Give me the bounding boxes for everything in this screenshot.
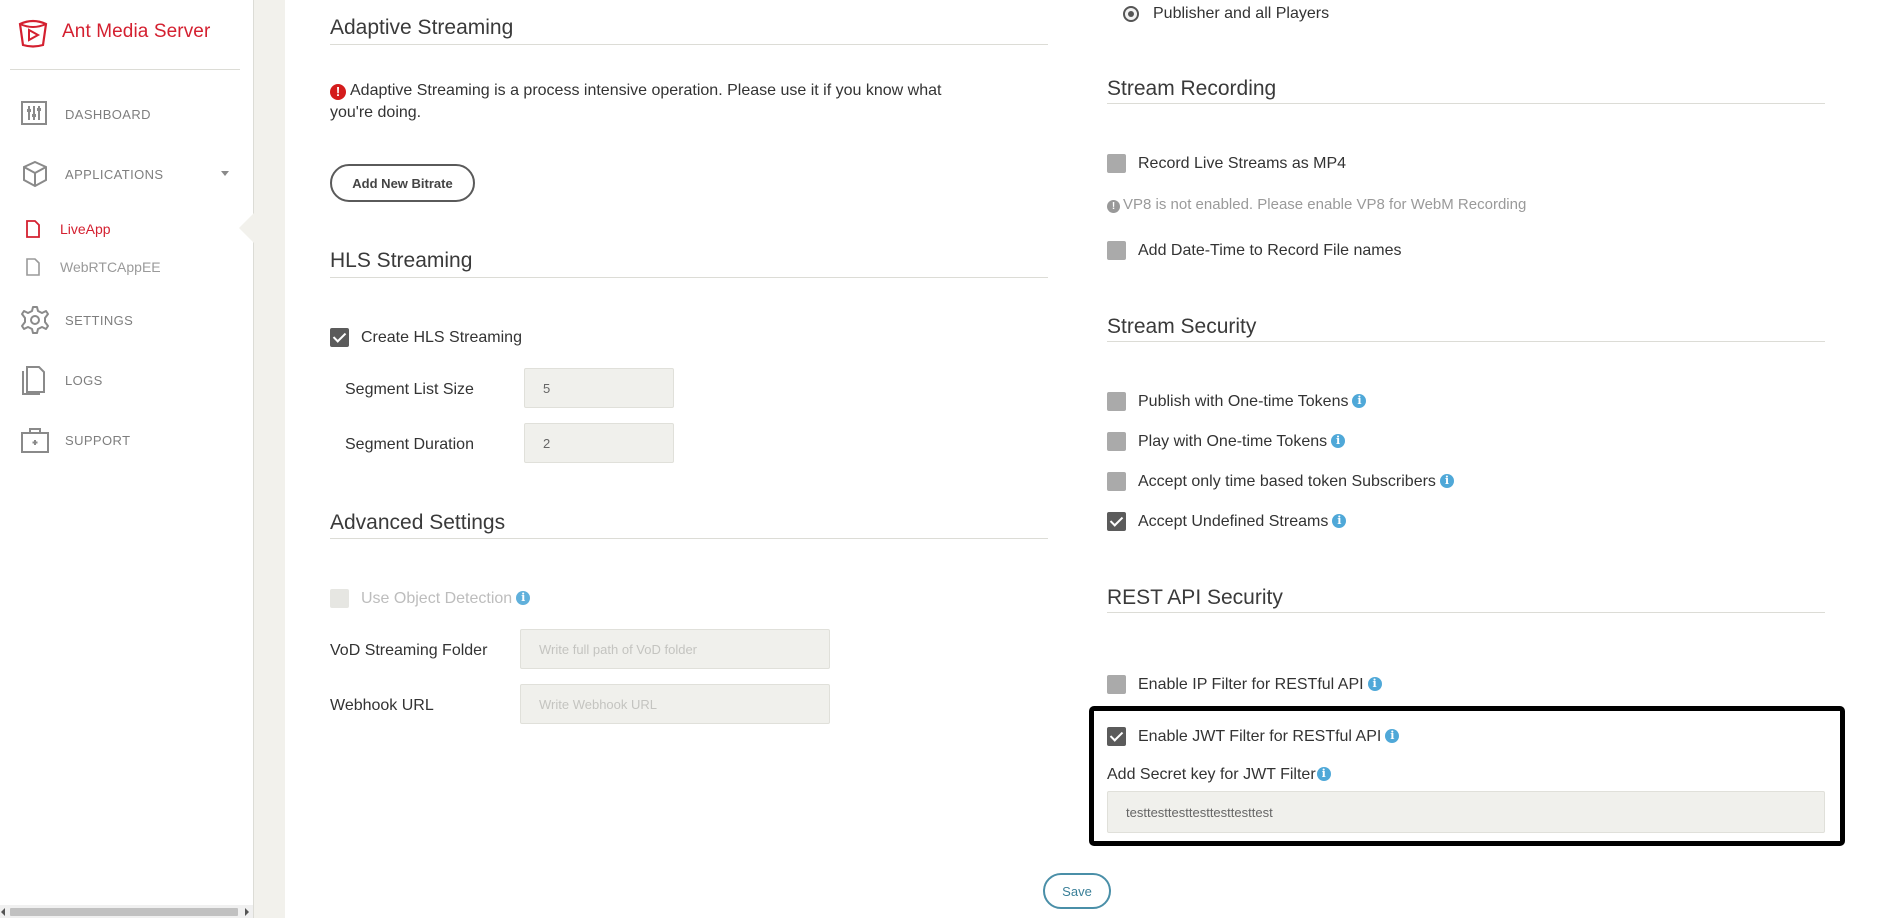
vp8-note-text: VP8 is not enabled. Please enable VP8 fo… bbox=[1123, 196, 1527, 213]
publish-tokens-checkbox[interactable]: Publish with One-time Tokens i bbox=[1107, 392, 1367, 411]
sidebar-item-liveapp[interactable]: LiveApp bbox=[26, 219, 111, 239]
sidebar-item-label: LiveApp bbox=[60, 221, 111, 237]
sidebar-item-webrtcappee[interactable]: WebRTCAppEE bbox=[26, 257, 161, 277]
nav-dashboard[interactable]: DASHBOARD bbox=[20, 99, 151, 129]
briefcase-icon bbox=[21, 428, 49, 453]
adaptive-warning: ! Adaptive Streaming is a process intensi… bbox=[330, 80, 970, 124]
save-button[interactable]: Save bbox=[1043, 873, 1111, 909]
vod-folder-label: VoD Streaming Folder bbox=[330, 642, 488, 659]
file-icon bbox=[26, 220, 40, 238]
section-title-advanced: Advanced Settings bbox=[330, 511, 506, 534]
radio-selected[interactable] bbox=[1123, 6, 1139, 22]
ip-filter-checkbox[interactable]: Enable IP Filter for RESTful API i bbox=[1107, 675, 1382, 694]
object-detection-checkbox[interactable]: Use Object Detection i bbox=[330, 589, 531, 608]
vp8-note: ! VP8 is not enabled. Please enable VP8 f… bbox=[1107, 196, 1526, 213]
play-tokens-label: Play with One-time Tokens bbox=[1138, 432, 1328, 450]
active-indicator bbox=[239, 213, 254, 243]
brand[interactable]: Ant Media Server bbox=[16, 14, 210, 50]
info-icon[interactable]: i bbox=[516, 590, 531, 605]
info-icon[interactable]: i bbox=[1332, 513, 1347, 528]
info-icon[interactable]: i bbox=[1331, 433, 1346, 448]
nav-support-label: SUPPORT bbox=[65, 432, 131, 448]
record-mp4-label: Record Live Streams as MP4 bbox=[1138, 154, 1347, 172]
webhook-url-label: Webhook URL bbox=[330, 697, 434, 714]
divider bbox=[10, 69, 240, 70]
horizontal-scrollbar[interactable] bbox=[0, 905, 253, 918]
divider bbox=[330, 44, 1048, 45]
section-title-recording: Stream Recording bbox=[1107, 77, 1277, 100]
nav-dashboard-label: DASHBOARD bbox=[65, 106, 151, 122]
nav-settings[interactable]: SETTINGS bbox=[20, 305, 133, 335]
sidebar-item-label: WebRTCAppEE bbox=[60, 259, 161, 275]
divider bbox=[1107, 103, 1825, 104]
publish-tokens-label: Publish with One-time Tokens bbox=[1138, 392, 1349, 410]
section-title-hls: HLS Streaming bbox=[330, 249, 473, 272]
document-icon bbox=[22, 366, 45, 395]
checkbox-checked[interactable] bbox=[330, 328, 349, 347]
checkbox-unchecked[interactable] bbox=[1107, 472, 1126, 491]
datetime-filename-checkbox[interactable]: Add Date-Time to Record File names bbox=[1107, 241, 1402, 260]
gear-icon bbox=[21, 306, 49, 334]
add-new-bitrate-button[interactable]: Add New Bitrate bbox=[330, 164, 475, 202]
nav-support[interactable]: SUPPORT bbox=[20, 425, 130, 455]
checkbox-unchecked[interactable] bbox=[1107, 154, 1126, 173]
segment-duration-label: Segment Duration bbox=[345, 436, 474, 453]
ant-media-logo-icon bbox=[18, 19, 48, 48]
divider bbox=[330, 277, 1048, 278]
time-token-label: Accept only time based token Subscribers bbox=[1138, 472, 1436, 490]
highlight-box bbox=[1089, 706, 1845, 846]
checkbox-disabled[interactable] bbox=[330, 589, 349, 608]
section-title-security: Stream Security bbox=[1107, 315, 1257, 338]
vod-folder-input[interactable] bbox=[520, 629, 830, 669]
ip-filter-label: Enable IP Filter for RESTful API bbox=[1138, 675, 1364, 693]
scrollbar-thumb[interactable] bbox=[10, 908, 238, 916]
checkbox-unchecked[interactable] bbox=[1107, 241, 1126, 260]
publisher-all-players-radio[interactable]: Publisher and all Players bbox=[1123, 5, 1329, 23]
webhook-url-input[interactable] bbox=[520, 684, 830, 724]
record-mp4-checkbox[interactable]: Record Live Streams as MP4 bbox=[1107, 154, 1346, 173]
time-token-checkbox[interactable]: Accept only time based token Subscribers… bbox=[1107, 472, 1454, 491]
brand-name: Ant Media Server bbox=[62, 21, 211, 42]
warning-text-line1: Adaptive Streaming is a process intensiv… bbox=[350, 82, 942, 99]
play-tokens-checkbox[interactable]: Play with One-time Tokens i bbox=[1107, 432, 1346, 451]
dashboard-icon bbox=[21, 101, 47, 125]
scroll-left-icon[interactable] bbox=[1, 908, 5, 916]
nav-applications[interactable]: APPLICATIONS bbox=[20, 159, 163, 189]
undefined-streams-checkbox[interactable]: Accept Undefined Streams i bbox=[1107, 512, 1347, 531]
chevron-down-icon[interactable] bbox=[221, 171, 229, 176]
cube-icon bbox=[23, 160, 47, 188]
section-title-adaptive: Adaptive Streaming bbox=[330, 16, 514, 39]
radio-label: Publisher and all Players bbox=[1153, 5, 1330, 22]
nav-logs-label: LOGS bbox=[65, 372, 103, 388]
warning-text-line2: you're doing. bbox=[330, 104, 422, 121]
object-detection-label: Use Object Detection bbox=[361, 589, 513, 607]
undefined-streams-label: Accept Undefined Streams bbox=[1138, 512, 1329, 530]
divider bbox=[1107, 612, 1825, 613]
checkbox-unchecked[interactable] bbox=[1107, 432, 1126, 451]
checkbox-unchecked[interactable] bbox=[1107, 675, 1126, 694]
exclamation-icon: ! bbox=[330, 84, 346, 100]
scroll-right-icon[interactable] bbox=[245, 908, 249, 916]
create-hls-label: Create HLS Streaming bbox=[361, 328, 522, 346]
sidebar: Ant Media Server DASHBOARD APPLICATIONS … bbox=[0, 0, 254, 918]
nav-logs[interactable]: LOGS bbox=[20, 365, 103, 395]
info-icon[interactable]: i bbox=[1367, 676, 1382, 691]
info-icon[interactable]: i bbox=[1352, 393, 1367, 408]
divider bbox=[330, 538, 1048, 539]
create-hls-checkbox[interactable]: Create HLS Streaming bbox=[330, 328, 522, 347]
datetime-filename-label: Add Date-Time to Record File names bbox=[1138, 241, 1402, 259]
section-title-rest: REST API Security bbox=[1107, 586, 1283, 609]
segment-list-size-label: Segment List Size bbox=[345, 381, 474, 398]
nav-applications-label: APPLICATIONS bbox=[65, 166, 164, 182]
file-icon bbox=[26, 258, 40, 276]
checkbox-unchecked[interactable] bbox=[1107, 392, 1126, 411]
segment-list-size-input[interactable] bbox=[524, 368, 674, 408]
exclamation-icon: ! bbox=[1107, 200, 1120, 213]
nav-settings-label: SETTINGS bbox=[65, 312, 134, 328]
checkbox-checked[interactable] bbox=[1107, 512, 1126, 531]
segment-duration-input[interactable] bbox=[524, 423, 674, 463]
divider bbox=[1107, 341, 1825, 342]
info-icon[interactable]: i bbox=[1439, 473, 1454, 488]
